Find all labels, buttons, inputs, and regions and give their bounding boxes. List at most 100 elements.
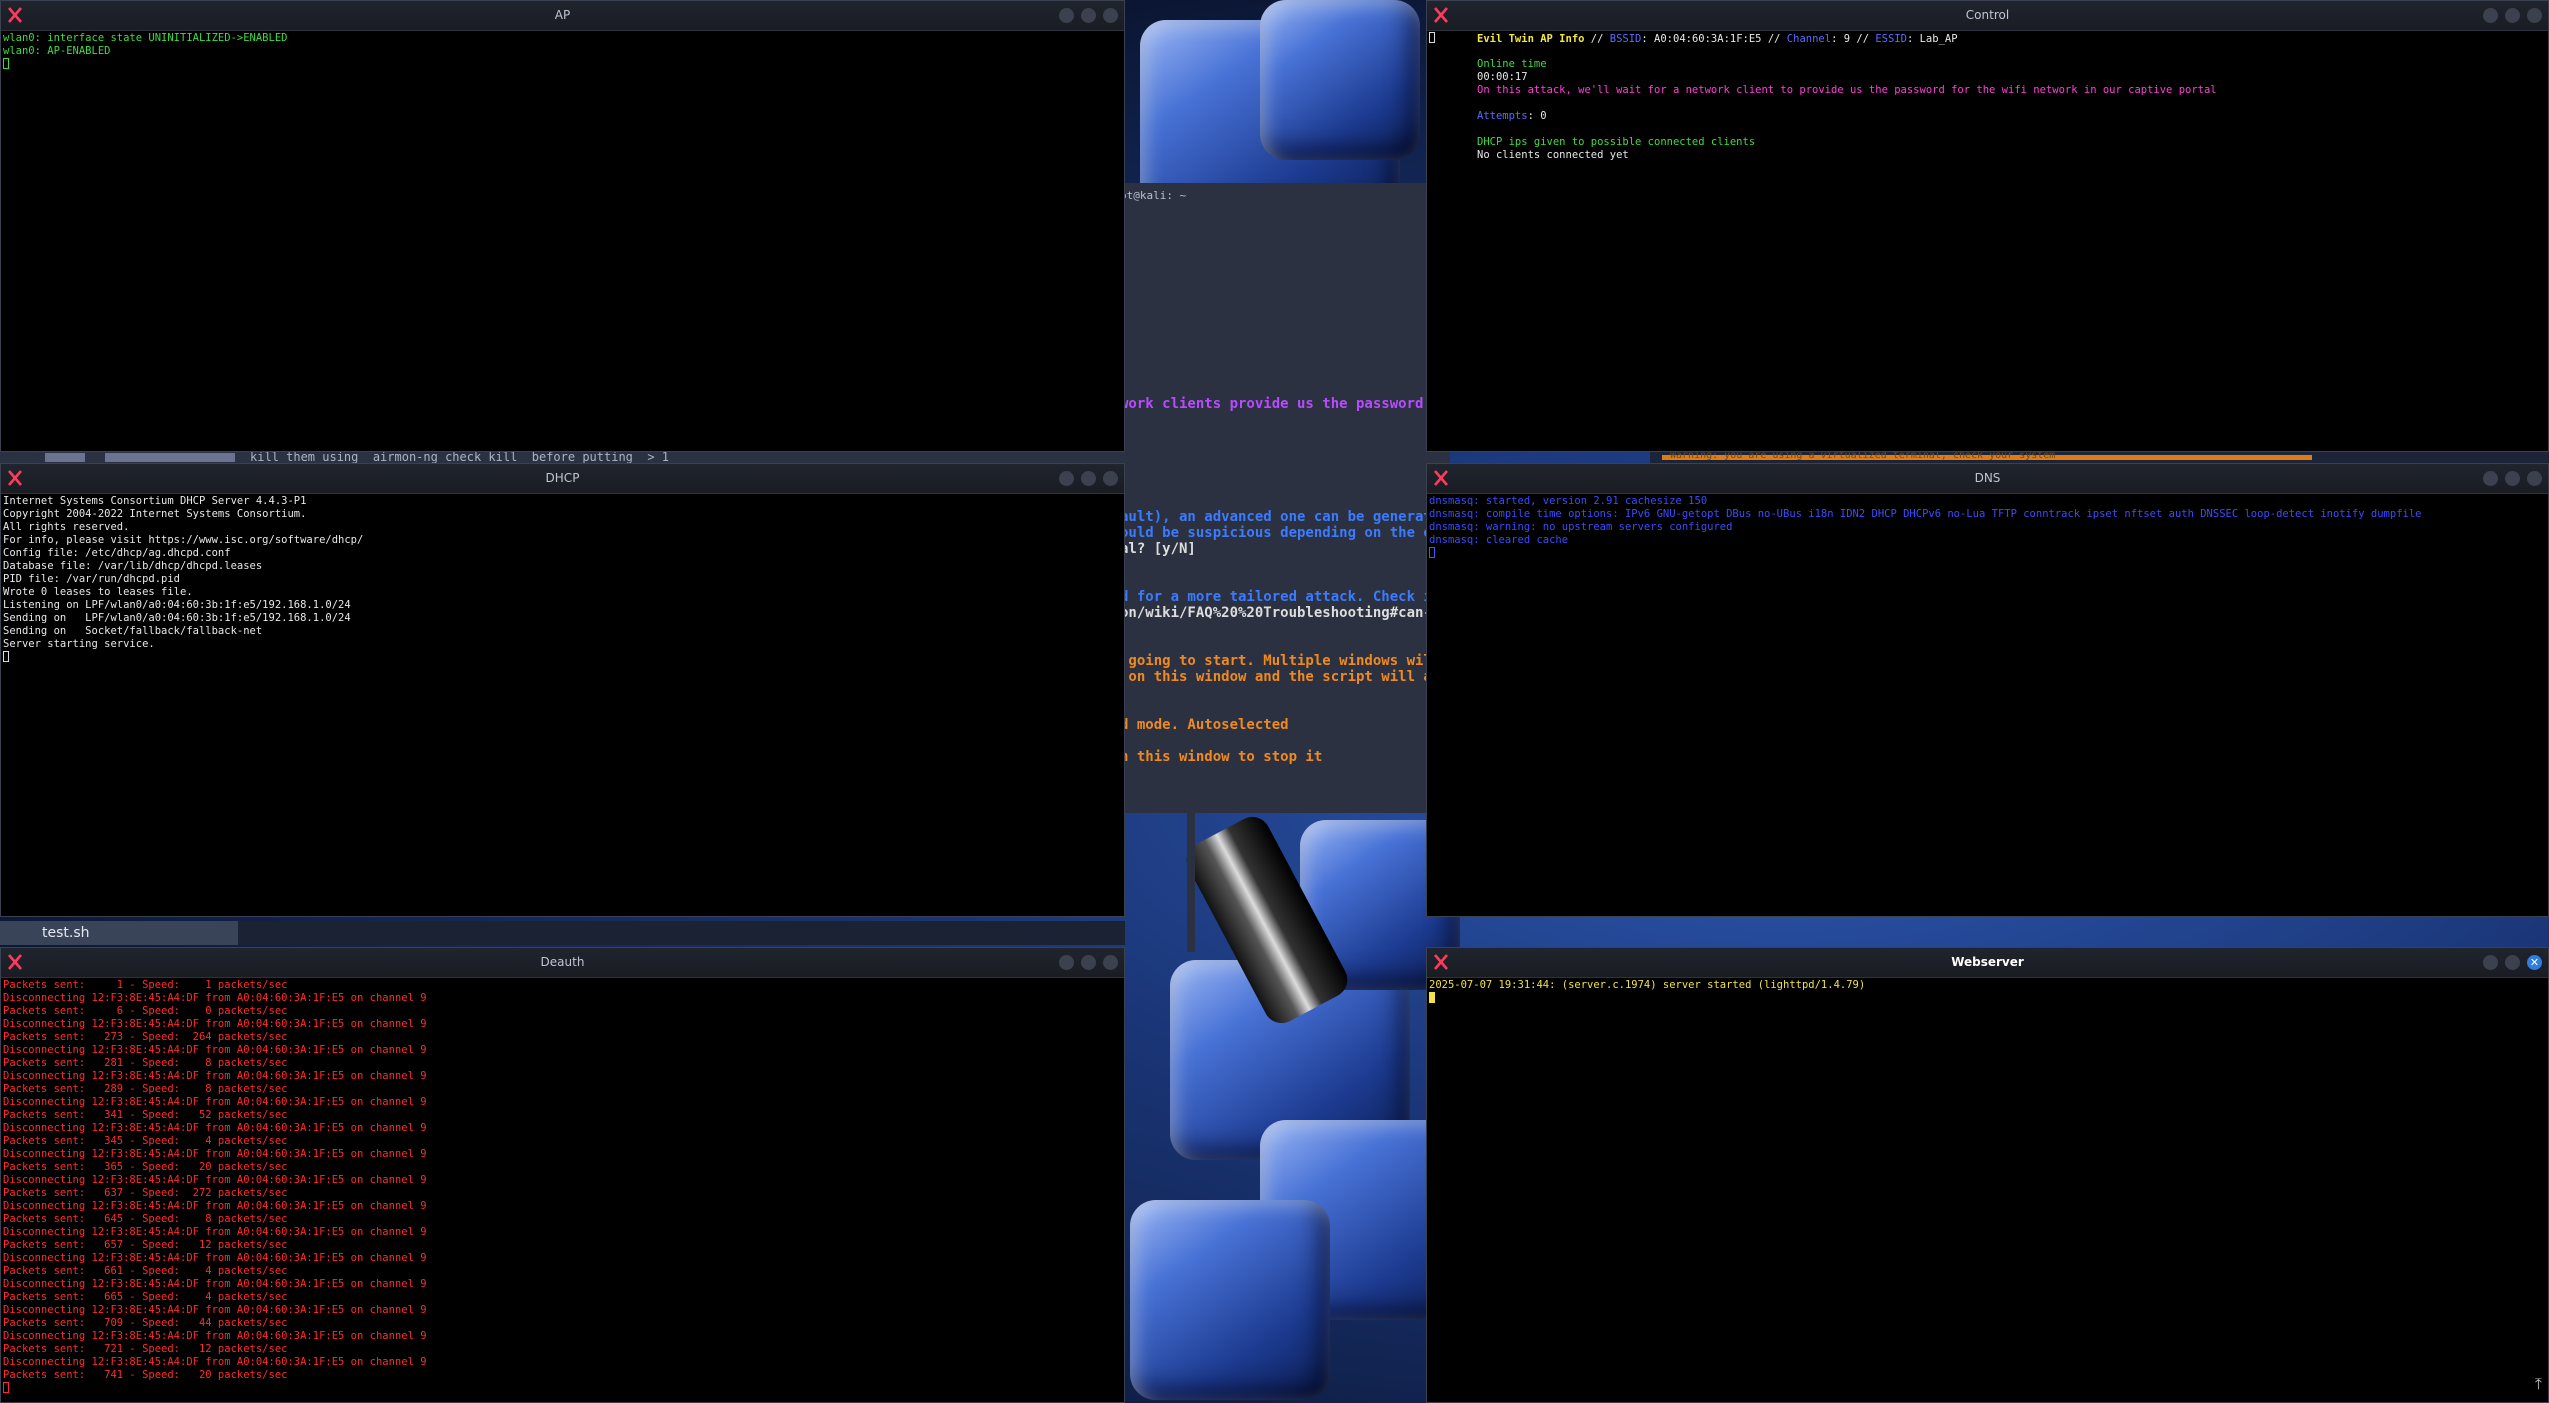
terminal-line: Disconnecting 12:F3:8E:45:A4:DF from A0:… — [3, 1304, 427, 1316]
attempts-label: Attempts — [1477, 110, 1528, 122]
terminal-line: Packets sent: 273 - Speed: 264 packets/s… — [3, 1031, 288, 1043]
clients-message: No clients connected yet — [1477, 149, 1629, 161]
webserver-titlebar[interactable]: Webserver ✕ — [1427, 948, 2548, 978]
terminal-line: dnsmasq: cleared cache — [1429, 534, 1569, 546]
close-button[interactable]: ✕ — [2527, 955, 2542, 970]
ap-terminal-output[interactable]: wlan0: interface state UNINITIALIZED->EN… — [3, 32, 1122, 449]
minimize-button[interactable] — [1059, 8, 1074, 23]
background-terminal-line: work clients provide us the password t — [1120, 396, 1441, 412]
close-button[interactable] — [2527, 8, 2542, 23]
terminal-cursor — [3, 651, 9, 662]
terminal-line: Disconnecting 12:F3:8E:45:A4:DF from A0:… — [3, 1070, 427, 1082]
strip-text: kill them using airmon-ng check kill bef… — [250, 450, 670, 464]
maximize-button[interactable] — [2505, 471, 2520, 486]
terminal-line: Packets sent: 345 - Speed: 4 packets/sec — [3, 1135, 288, 1147]
background-terminal-line: on this window and the script will ar — [1120, 669, 1441, 685]
dns-window[interactable]: DNS dnsmasq: started, version 2.91 cache… — [1426, 463, 2549, 917]
wallpaper-cube — [1260, 0, 1420, 160]
window-title: Deauth — [540, 955, 585, 969]
window-title: Webserver — [1951, 955, 2024, 969]
terminal-line: For info, please visit https://www.isc.o… — [3, 534, 364, 546]
strip-segment — [105, 453, 235, 462]
window-title: Control — [1965, 8, 2010, 22]
terminal-cursor — [3, 58, 9, 69]
separator: // — [1584, 33, 1610, 45]
channel-label: Channel — [1786, 33, 1832, 45]
terminal-line: PID file: /var/run/dhcpd.pid — [3, 573, 181, 585]
terminal-line: Packets sent: 6 - Speed: 0 packets/sec — [3, 1005, 288, 1017]
ap-window[interactable]: AP wlan0: interface state UNINITIALIZED-… — [0, 0, 1125, 452]
terminal-line: dnsmasq: started, version 2.91 cachesize… — [1429, 495, 1708, 507]
separator: // — [1850, 33, 1876, 45]
control-window[interactable]: Control Evil Twin AP Info // BSSID: A0:0… — [1426, 0, 2549, 452]
dns-titlebar[interactable]: DNS — [1427, 464, 2548, 494]
terminal-line: Packets sent: 1 - Speed: 1 packets/sec — [3, 979, 288, 991]
terminal-line: Database file: /var/lib/dhcp/dhcpd.lease… — [3, 560, 263, 572]
terminal-line: Disconnecting 12:F3:8E:45:A4:DF from A0:… — [3, 1122, 427, 1134]
terminal-line: Disconnecting 12:F3:8E:45:A4:DF from A0:… — [3, 1096, 427, 1108]
minimize-button[interactable] — [1059, 471, 1074, 486]
background-scrollbar[interactable] — [1187, 812, 1195, 952]
webserver-window[interactable]: Webserver ✕ 2025-07-07 19:31:44: (server… — [1426, 947, 2549, 1403]
close-button[interactable] — [1103, 8, 1118, 23]
close-button[interactable] — [2527, 471, 2542, 486]
dhcp-titlebar[interactable]: DHCP — [1, 464, 1124, 494]
terminal-line: Copyright 2004-2022 Internet Systems Con… — [3, 508, 307, 520]
background-terminal-line: al? [y/N] — [1120, 541, 1196, 557]
dhcp-terminal-output[interactable]: Internet Systems Consortium DHCP Server … — [3, 495, 1122, 914]
maximize-button[interactable] — [1081, 955, 1096, 970]
terminal-line: Packets sent: 365 - Speed: 20 packets/se… — [3, 1161, 288, 1173]
terminal-line: Packets sent: 721 - Speed: 12 packets/se… — [3, 1343, 288, 1355]
terminal-line: Wrote 0 leases to leases file. — [3, 586, 193, 598]
window-title: DHCP — [545, 471, 580, 485]
minimize-button[interactable] — [1059, 955, 1074, 970]
close-button[interactable] — [1103, 471, 1118, 486]
terminal-line: Disconnecting 12:F3:8E:45:A4:DF from A0:… — [3, 1252, 427, 1264]
dhcp-window[interactable]: DHCP Internet Systems Consortium DHCP Se… — [0, 463, 1125, 917]
terminal-line: Packets sent: 341 - Speed: 52 packets/se… — [3, 1109, 288, 1121]
close-button[interactable] — [1103, 955, 1118, 970]
deauth-terminal-output[interactable]: Packets sent: 1 - Speed: 1 packets/sec Di… — [3, 979, 1122, 1400]
terminal-line: Packets sent: 645 - Speed: 8 packets/sec — [3, 1213, 288, 1225]
background-terminal-line: ould be suspicious depending on the en — [1120, 525, 1441, 541]
online-time-label: Online time — [1477, 58, 1547, 70]
minimize-button[interactable] — [2483, 8, 2498, 23]
maximize-button[interactable] — [2505, 955, 2520, 970]
attack-message: On this attack, we'll wait for a network… — [1477, 84, 2217, 96]
minimize-button[interactable] — [2483, 955, 2498, 970]
taskbar-tab-test-sh[interactable]: test.sh — [0, 921, 238, 945]
minimize-button[interactable] — [2483, 471, 2498, 486]
bssid-label: BSSID — [1609, 33, 1642, 45]
dns-terminal-output[interactable]: dnsmasq: started, version 2.91 cachesize… — [1429, 495, 2546, 914]
maximize-button[interactable] — [1081, 8, 1096, 23]
background-terminal[interactable]: ot@kali: ~ work clients provide us the p… — [1110, 183, 1450, 813]
terminal-line: Packets sent: 637 - Speed: 272 packets/s… — [3, 1187, 288, 1199]
terminal-line: Disconnecting 12:F3:8E:45:A4:DF from A0:… — [3, 1174, 427, 1186]
control-terminal-output[interactable]: Evil Twin AP Info // BSSID: A0:04:60:3A:… — [1429, 32, 2546, 449]
terminal-cursor — [1429, 547, 1435, 558]
ap-info-label: Evil Twin AP Info — [1477, 33, 1585, 45]
terminal-line: Disconnecting 12:F3:8E:45:A4:DF from A0:… — [3, 992, 427, 1004]
window-title: AP — [554, 8, 571, 22]
terminal-line: Packets sent: 661 - Speed: 4 packets/sec — [3, 1265, 288, 1277]
terminal-line: Packets sent: 657 - Speed: 12 packets/se… — [3, 1239, 288, 1251]
background-terminal-line: d for a more tailored attack. Check in — [1120, 589, 1441, 605]
background-terminal-line: d mode. Autoselected — [1120, 717, 1289, 733]
background-terminal-line: on/wiki/FAQ%20%20Troubleshooting#can- — [1120, 605, 1432, 621]
terminal-cursor — [3, 1382, 9, 1393]
separator: // — [1761, 33, 1787, 45]
terminal-line: Disconnecting 12:F3:8E:45:A4:DF from A0:… — [3, 1278, 427, 1290]
control-titlebar[interactable]: Control — [1427, 1, 2548, 31]
deauth-window[interactable]: Deauth Packets sent: 1 - Speed: 1 packet… — [0, 947, 1125, 1403]
deauth-titlebar[interactable]: Deauth — [1, 948, 1124, 978]
terminal-line: dnsmasq: warning: no upstream servers co… — [1429, 521, 1733, 533]
online-time-value: 00:00:17 — [1477, 71, 1528, 83]
terminal-line: Packets sent: 741 - Speed: 20 packets/se… — [3, 1369, 288, 1381]
maximize-button[interactable] — [2505, 8, 2520, 23]
maximize-button[interactable] — [1081, 471, 1096, 486]
dhcp-clients-label: DHCP ips given to possible connected cli… — [1477, 136, 1756, 148]
ap-titlebar[interactable]: AP — [1, 1, 1124, 31]
webserver-terminal-output[interactable]: 2025-07-07 19:31:44: (server.c.1974) ser… — [1429, 979, 2546, 1400]
scroll-lock-icon[interactable]: ⤒ — [2535, 1374, 2542, 1394]
terminal-cursor — [1429, 992, 1435, 1003]
